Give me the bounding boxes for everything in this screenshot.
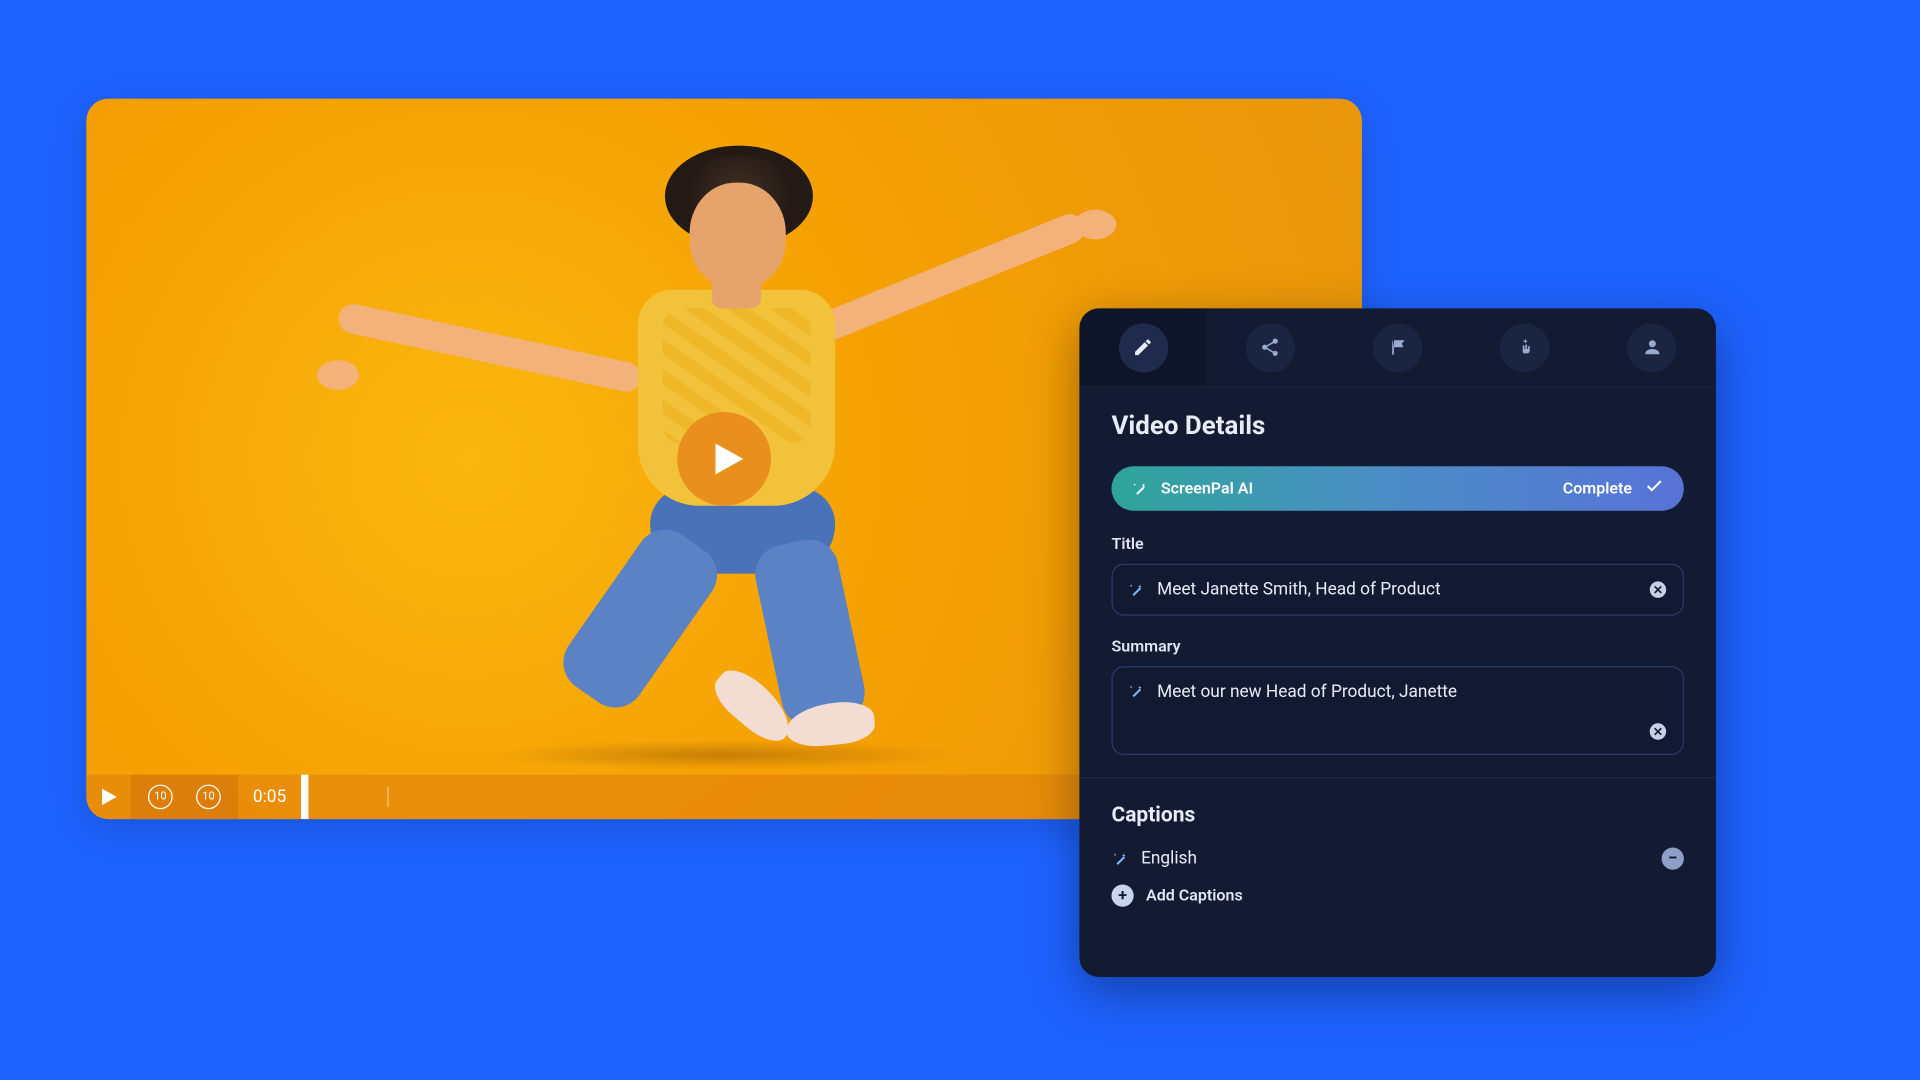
sparkle-flag-icon <box>1387 337 1408 358</box>
caption-language: English <box>1141 849 1649 869</box>
wand-icon <box>1128 581 1145 598</box>
play-small-button[interactable] <box>86 775 130 819</box>
add-captions-button[interactable]: + Add Captions <box>1111 884 1683 906</box>
forward-10-button[interactable]: 10 <box>186 775 230 819</box>
share-icon <box>1260 337 1281 358</box>
play-icon <box>709 440 746 477</box>
summary-field-label: Summary <box>1111 638 1683 657</box>
close-circle-icon <box>1648 722 1668 742</box>
clear-title-button[interactable] <box>1648 580 1668 600</box>
rewind-icon: 10 <box>148 785 173 810</box>
plus-icon: + <box>1111 884 1133 906</box>
play-button[interactable] <box>677 412 771 506</box>
rewind-10-button[interactable]: 10 <box>138 775 182 819</box>
wand-icon <box>1111 850 1128 867</box>
person-icon <box>1642 337 1663 358</box>
ai-status-text: Complete <box>1563 479 1632 498</box>
panel-heading: Video Details <box>1111 412 1683 442</box>
title-field-label: Title <box>1111 535 1683 554</box>
wand-icon <box>1128 682 1145 699</box>
skip-controls: 10 10 <box>131 775 238 819</box>
summary-input[interactable]: Meet our new Head of Product, Janette <box>1111 666 1683 755</box>
title-value: Meet Janette Smith, Head of Product <box>1157 580 1636 600</box>
wand-icon <box>1131 480 1148 497</box>
hand-sparkle-icon <box>1514 337 1535 358</box>
ai-status-label: ScreenPal AI <box>1161 479 1551 498</box>
panel-tabs <box>1079 308 1716 387</box>
captions-heading: Captions <box>1111 803 1683 828</box>
clear-summary-button[interactable] <box>1648 722 1668 742</box>
check-icon <box>1644 476 1664 501</box>
tab-enhance[interactable] <box>1334 308 1461 386</box>
remove-caption-button[interactable]: − <box>1662 847 1684 869</box>
title-input[interactable]: Meet Janette Smith, Head of Product <box>1111 564 1683 616</box>
pencil-icon <box>1133 337 1154 358</box>
add-captions-label: Add Captions <box>1146 886 1243 905</box>
progress-marker <box>387 787 388 807</box>
caption-language-row[interactable]: English − <box>1111 847 1683 869</box>
tab-account[interactable] <box>1589 308 1716 386</box>
summary-value: Meet our new Head of Product, Janette <box>1157 682 1668 702</box>
current-time: 0:05 <box>238 787 301 807</box>
ai-status-pill[interactable]: ScreenPal AI Complete <box>1111 466 1683 510</box>
progress-handle[interactable] <box>301 775 308 819</box>
play-icon <box>99 787 119 807</box>
tab-interact[interactable] <box>1461 308 1588 386</box>
forward-icon: 10 <box>196 785 221 810</box>
close-circle-icon <box>1648 580 1668 600</box>
tab-edit[interactable] <box>1079 308 1206 386</box>
video-details-panel: Video Details ScreenPal AI Complete Titl… <box>1079 308 1716 977</box>
section-divider <box>1079 777 1716 778</box>
tab-share[interactable] <box>1207 308 1334 386</box>
